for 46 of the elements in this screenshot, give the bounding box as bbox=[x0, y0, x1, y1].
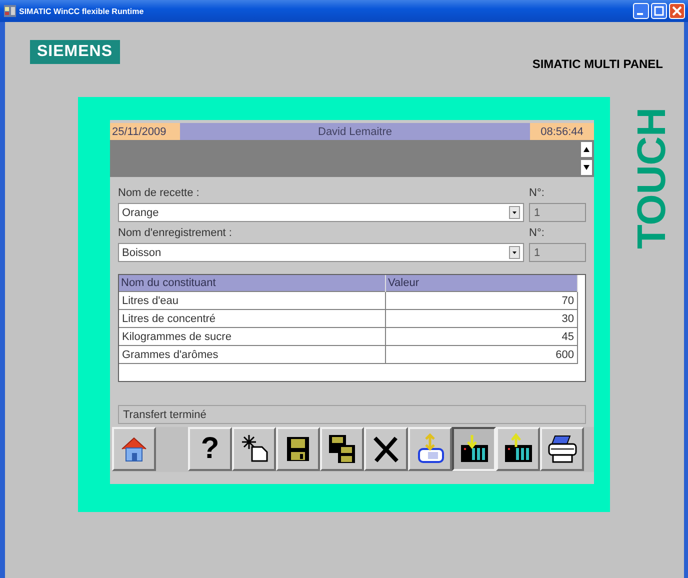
user-name: David Lemaitre bbox=[180, 123, 530, 140]
number-label: N°: bbox=[529, 187, 544, 199]
table-cell: 45 bbox=[386, 328, 578, 346]
app-icon bbox=[4, 5, 16, 17]
time-display: 08:56:44 bbox=[530, 123, 594, 140]
two-floppy-disks-icon bbox=[326, 433, 358, 465]
window-title: SIMATIC WinCC flexible Runtime bbox=[19, 6, 145, 16]
number-field: 1 bbox=[529, 203, 586, 222]
table-cell: 70 bbox=[386, 292, 578, 310]
table-cell: 600 bbox=[386, 346, 578, 364]
scroll-up-icon[interactable] bbox=[581, 142, 592, 157]
printer-button[interactable] bbox=[540, 427, 584, 471]
table-cell: 30 bbox=[386, 310, 578, 328]
dropdown-field[interactable]: Boisson bbox=[118, 243, 524, 262]
help-button[interactable]: ? bbox=[188, 427, 232, 471]
table-cell: Kilogrammes de sucre bbox=[119, 328, 386, 346]
maximize-icon[interactable] bbox=[651, 3, 667, 19]
field-label: Nom de recette : bbox=[118, 187, 200, 199]
brand-logo: SIEMENS bbox=[30, 40, 120, 64]
table-cell: Litres de concentré bbox=[119, 310, 386, 328]
field-label: Nom d'enregistrement : bbox=[118, 227, 232, 239]
status-field: Transfert terminé bbox=[118, 405, 586, 424]
rack-down-arrow-button[interactable] bbox=[452, 427, 496, 471]
rack-up-arrow-icon bbox=[502, 433, 534, 465]
close-icon[interactable] bbox=[669, 3, 685, 19]
rack-up-arrow-button[interactable] bbox=[496, 427, 540, 471]
table-cell: Litres d'eau bbox=[119, 292, 386, 310]
table-cell: Grammes d'arômes bbox=[119, 346, 386, 364]
number-label: N°: bbox=[529, 227, 544, 239]
dropdown-field[interactable]: Orange bbox=[118, 203, 524, 222]
product-name: SIMATIC MULTI PANEL bbox=[532, 57, 663, 73]
home-button[interactable] bbox=[112, 427, 156, 471]
side-label: TOUCH bbox=[632, 106, 672, 249]
delete-button[interactable] bbox=[364, 427, 408, 471]
printer-icon bbox=[546, 433, 578, 465]
rack-down-arrow-icon bbox=[458, 433, 490, 465]
number-field: 1 bbox=[529, 243, 586, 262]
date-display: 25/11/2009 bbox=[110, 123, 180, 140]
minimize-icon[interactable] bbox=[633, 3, 649, 19]
floppy-disk-button[interactable] bbox=[276, 427, 320, 471]
two-floppy-disks-button[interactable] bbox=[320, 427, 364, 471]
column-header: Valeur bbox=[386, 275, 578, 292]
tag-arrow-button[interactable] bbox=[408, 427, 452, 471]
column-header: Nom du constituant bbox=[119, 275, 386, 292]
new-document-button[interactable] bbox=[232, 427, 276, 471]
scroll-down-icon[interactable] bbox=[581, 160, 592, 176]
